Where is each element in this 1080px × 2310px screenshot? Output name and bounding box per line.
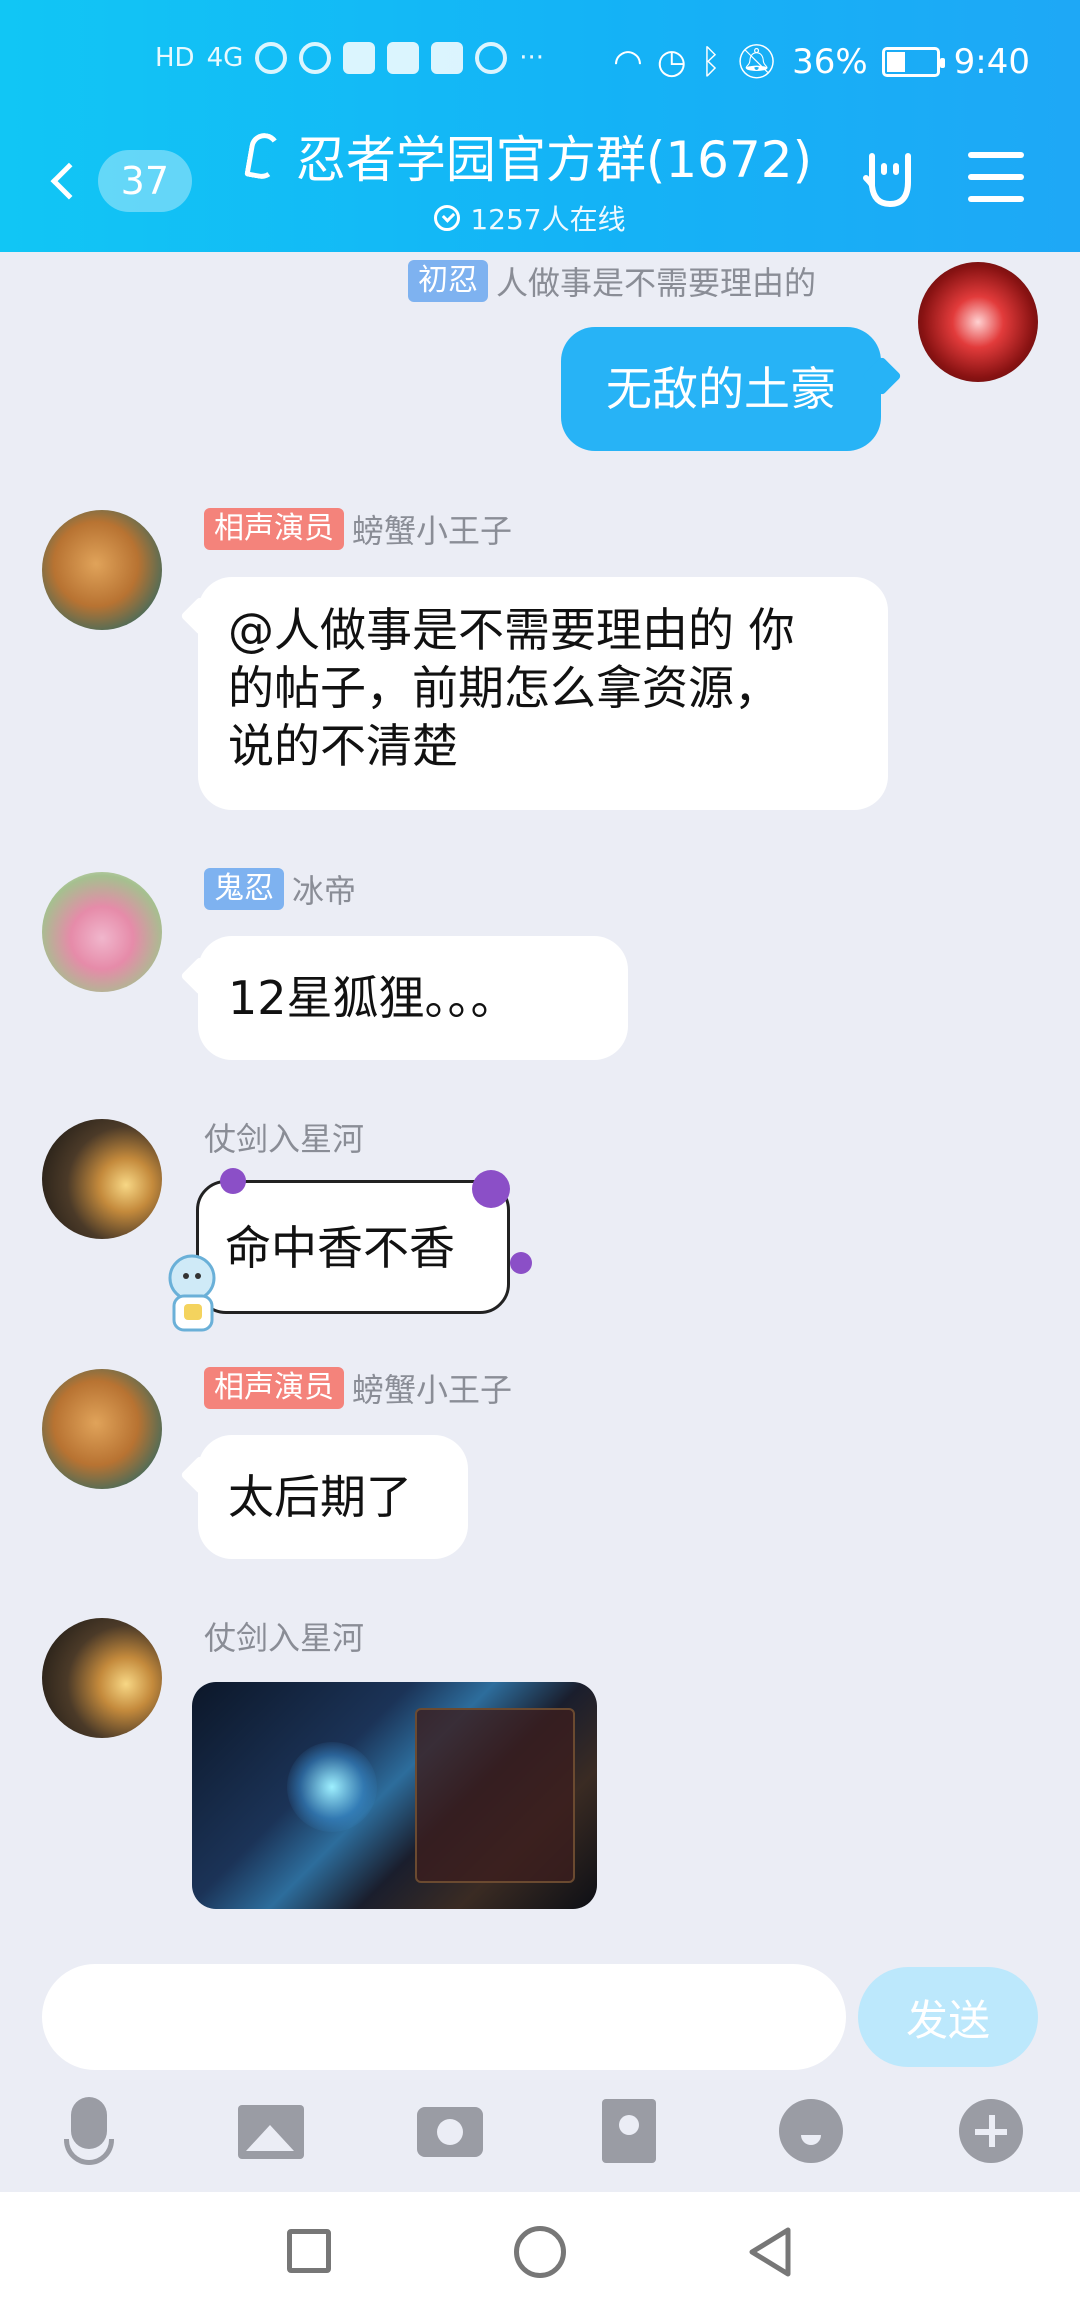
group-title: 忍者学园官方群(1672) (295, 131, 813, 189)
recent-apps-button[interactable] (287, 2229, 331, 2273)
member-tag: 相声演员 (204, 508, 344, 550)
system-back-button[interactable] (746, 2226, 796, 2278)
sender-name: 螃蟹小王子 (352, 512, 513, 550)
message-text: 无敌的土豪 (606, 362, 836, 416)
unread-count-badge: 37 (97, 150, 192, 212)
message-bubble[interactable]: 无敌的土豪 (561, 327, 881, 451)
avatar[interactable] (42, 1369, 162, 1489)
nav-bar: 37 忍者学园官方群(1672) 1257人在线 (0, 110, 1080, 250)
home-button[interactable] (514, 2226, 566, 2278)
message-meta: 相声演员 螃蟹小王子 (204, 506, 512, 552)
status-left: HD 4G ··· (155, 42, 544, 74)
mute-icon: 🔕︎ (734, 42, 779, 82)
rock-hand-icon[interactable] (858, 148, 922, 212)
system-nav-bar (0, 2192, 1080, 2310)
bluetooth-icon: ᛒ (700, 42, 721, 82)
message-meta: 仗剑入星河 (204, 1613, 364, 1659)
alarm-icon: ◷ (656, 42, 687, 82)
chat-header: HD 4G ··· ◠ ◷ ᛒ 🔕︎ 36% 9:40 37 忍者学园官方群(1… (0, 0, 1080, 252)
virus-decoration-icon (472, 1170, 510, 1208)
online-count: 1257人在线 (470, 203, 626, 236)
status-right: ◠ ◷ ᛒ 🔕︎ 36% 9:40 (613, 42, 1030, 82)
member-tag: 鬼忍 (204, 868, 284, 910)
message-input[interactable] (42, 1964, 846, 2070)
avatar[interactable] (42, 872, 162, 992)
image-icon[interactable] (236, 2097, 306, 2167)
avatar[interactable] (42, 1119, 162, 1239)
avatar[interactable] (42, 1618, 162, 1738)
menu-line (968, 196, 1024, 202)
message-text: 说的不清楚 (228, 719, 458, 773)
clock: 9:40 (953, 42, 1030, 82)
headset-icon: ◠ (613, 42, 643, 82)
k-app-icon (299, 42, 332, 74)
themed-message-bubble[interactable]: 命中香不香 (196, 1180, 510, 1314)
back-button[interactable]: 37 (42, 146, 192, 216)
network-indicator: 4G (206, 43, 244, 73)
sender-name: 人做事是不需要理由的 (496, 264, 817, 302)
hd-indicator: HD (155, 43, 195, 73)
doctor-mascot-icon (168, 1254, 216, 1332)
message-meta: 相声演员 螃蟹小王子 (204, 1365, 512, 1411)
chevron-left-icon (50, 162, 88, 200)
image-message[interactable] (192, 1682, 597, 1909)
online-check-icon (434, 205, 461, 231)
menu-button[interactable] (968, 152, 1024, 202)
baidu-app-icon (343, 42, 376, 74)
message-bubble[interactable]: 太后期了 (198, 1435, 468, 1559)
message-text: 的帖子，前期怎么拿资源， (228, 661, 780, 715)
ear-icon (244, 130, 282, 182)
camera-icon[interactable] (415, 2097, 485, 2167)
input-area: 发送 (0, 1947, 1080, 2192)
sender-name: 螃蟹小王子 (352, 1371, 513, 1409)
battery-icon (881, 47, 945, 77)
avatar[interactable] (918, 262, 1038, 382)
sender-name: 仗剑入星河 (204, 1619, 365, 1657)
video-app-icon (387, 42, 420, 74)
status-bar: HD 4G ··· ◠ ◷ ᛒ 🔕︎ 36% 9:40 (0, 30, 1080, 94)
game-character-glow (287, 1742, 377, 1832)
menu-line (968, 174, 1024, 180)
message-bubble[interactable]: @人做事是不需要理由的 你 的帖子，前期怎么拿资源， 说的不清楚 (198, 577, 888, 810)
battery-level (886, 52, 906, 72)
message-text: 太后期了 (228, 1470, 412, 1524)
emoji-icon[interactable] (775, 2097, 845, 2167)
input-toolbar (0, 2097, 1080, 2177)
game-ui-panel (415, 1708, 575, 1883)
virus-decoration-icon (510, 1252, 532, 1274)
menu-line (968, 152, 1024, 158)
hotspot-icon (475, 42, 508, 74)
message-bubble[interactable]: 12星狐狸。。。 (198, 936, 628, 1060)
member-tag: 相声演员 (204, 1367, 344, 1409)
message-text: 命中香不香 (225, 1221, 455, 1275)
more-notifications: ··· (519, 43, 545, 73)
wifi-icon (255, 42, 288, 74)
title-area[interactable]: 忍者学园官方群(1672) 1257人在线 (220, 120, 840, 238)
message-meta: 鬼忍 冰帝 (204, 866, 356, 912)
message-text: @人做事是不需要理由的 你 (228, 603, 795, 657)
message-text: 12星狐狸。。。 (228, 971, 517, 1025)
send-button[interactable]: 发送 (858, 1967, 1038, 2067)
plus-icon[interactable] (955, 2097, 1025, 2167)
qq-browser-icon (431, 42, 464, 74)
virus-decoration-icon (220, 1168, 246, 1194)
red-packet-icon[interactable] (594, 2097, 664, 2167)
avatar[interactable] (42, 510, 162, 630)
sender-name: 冰帝 (292, 872, 357, 910)
sender-name: 仗剑入星河 (204, 1120, 365, 1158)
mic-icon[interactable] (54, 2097, 124, 2167)
message-meta: 仗剑入星河 (204, 1114, 364, 1160)
message-list[interactable]: 初忍 人做事是不需要理由的 无敌的土豪 相声演员 螃蟹小王子 @人做事是不需要理… (0, 252, 1080, 1947)
battery-percent: 36% (792, 42, 868, 82)
message-meta: 初忍 人做事是不需要理由的 (408, 258, 816, 304)
member-tag: 初忍 (408, 260, 488, 302)
